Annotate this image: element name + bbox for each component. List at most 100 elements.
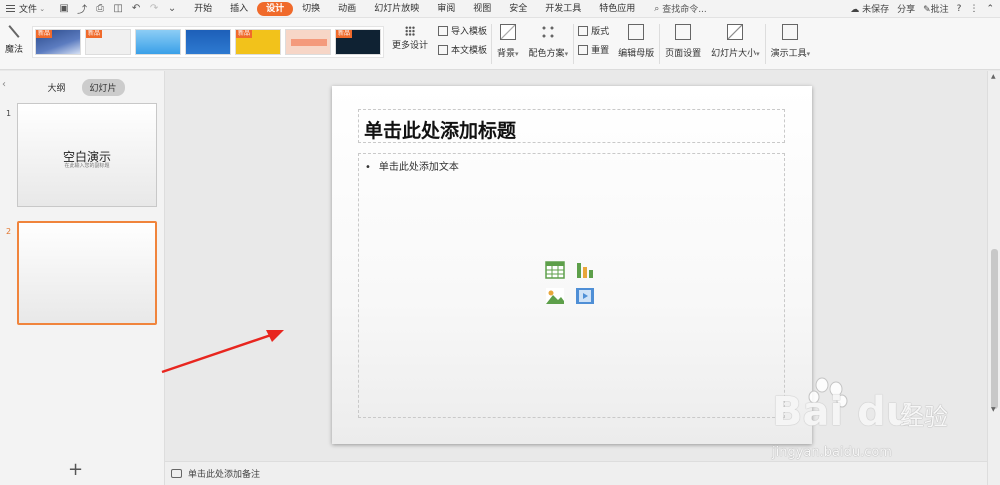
layout-label: 版式 [591, 27, 610, 37]
ribbon-tabs: 开始 插入 设计 切换 动画 幻灯片放映 审阅 视图 安全 开发工具 特色应用 [185, 1, 644, 16]
share-button[interactable]: 分享 [897, 2, 915, 15]
template-thumb-2[interactable]: 新品 [85, 29, 131, 55]
unsaved-status[interactable]: ☁ 未保存 [850, 2, 889, 15]
collapse-panel-icon[interactable]: ‹ [2, 79, 6, 90]
scroll-up-icon[interactable]: ▲ [991, 73, 996, 80]
tab-slides[interactable]: 幻灯片 [81, 79, 125, 96]
customize-icon[interactable]: ⌄ [163, 0, 181, 18]
tab-security[interactable]: 安全 [500, 2, 536, 16]
collapse-ribbon-icon[interactable]: ⌃ [986, 4, 994, 14]
content-placeholder[interactable]: 单击此处添加文本 [358, 153, 785, 418]
edit-master-icon [628, 24, 645, 40]
slide-thumbnail-2[interactable] [17, 221, 157, 325]
notes-icon [171, 469, 182, 478]
tab-insert[interactable]: 插入 [221, 2, 257, 16]
search-icon: ⌕ [654, 3, 663, 14]
import-template-label: 导入模板 [451, 27, 488, 37]
reset-button[interactable]: 重置 [578, 43, 609, 56]
menu-right: ☁ 未保存 分享 ✎批注 ? ⋮ ⌃ [850, 2, 1000, 16]
slide-size-button[interactable]: 幻灯片大小▾ [706, 18, 765, 59]
template-thumb-4[interactable] [185, 29, 231, 55]
export-icon[interactable]: ⤴ [73, 0, 91, 18]
presenter-tools-button[interactable]: 演示工具▾ [766, 18, 816, 59]
presenter-tools-icon [782, 24, 799, 40]
magic-label: 魔法 [4, 45, 23, 55]
chevron-down-icon: ▾ [564, 50, 569, 58]
tab-home[interactable]: 开始 [185, 2, 221, 16]
tab-animations[interactable]: 动画 [329, 2, 365, 16]
file-menu[interactable]: 文件 ⌄ [0, 0, 51, 18]
slide-number: 2 [6, 227, 12, 236]
print-preview-icon[interactable]: ◫ [109, 0, 127, 18]
slide-thumbnail-1[interactable]: 空白演示 在此输入您的副标题 [17, 103, 157, 207]
background-button[interactable]: 背景▾ [492, 18, 524, 59]
comment-button[interactable]: ✎批注 [923, 2, 949, 15]
color-scheme-icon [540, 24, 557, 40]
tab-design[interactable]: 设计 [257, 1, 294, 16]
new-badge: 新品 [36, 30, 53, 38]
more-design-label: 更多设计 [391, 40, 428, 51]
tab-slideshow[interactable]: 幻灯片放映 [365, 2, 428, 16]
scrollbar-thumb[interactable] [991, 249, 998, 409]
template-gallery: 新品 新品 新品 新品 [32, 26, 384, 58]
tab-developer[interactable]: 开发工具 [536, 2, 590, 16]
page-setup-label: 页面设置 [665, 49, 702, 59]
command-search-label: 查找命令... [662, 5, 707, 15]
layout-icon [578, 25, 589, 36]
page-setup-button[interactable]: 页面设置 [660, 18, 706, 59]
template-thumb-6[interactable] [285, 29, 331, 55]
vertical-scrollbar[interactable]: ▲ ▼ [987, 71, 1000, 485]
magic-wand-icon [7, 24, 21, 38]
template-thumb-7[interactable]: 新品 [335, 29, 381, 55]
design-ribbon: 魔法 新品 新品 新品 新品 更多设计 导入模板 本文模板 背景▾ 配色方案▾ … [0, 18, 1000, 70]
more-icon[interactable]: ⋮ [969, 4, 978, 14]
quick-access-toolbar: ▣ ⤴ ⎙ ◫ ↶ ↷ ⌄ [55, 0, 181, 18]
tab-special[interactable]: 特色应用 [590, 2, 644, 16]
panel-tabs: ‹ 大纲 幻灯片 [0, 79, 164, 96]
baidu-logo-text: Bai du [772, 389, 915, 435]
insert-picture-icon[interactable] [545, 287, 565, 305]
tab-outline[interactable]: 大纲 [39, 79, 73, 96]
background-label: 背景 [497, 49, 516, 59]
annotation-arrow-icon [161, 330, 284, 374]
new-badge: 新品 [86, 30, 103, 38]
grid-icon [405, 25, 415, 36]
slide-number: 1 [6, 109, 12, 118]
undo-icon[interactable]: ↶ [127, 0, 145, 18]
hamburger-icon [6, 5, 15, 12]
text-template-button[interactable]: 本文模板 [438, 43, 487, 56]
current-slide[interactable]: 单击此处添加标题 单击此处添加文本 [332, 86, 812, 444]
insert-video-icon[interactable] [575, 287, 595, 305]
template-thumb-5[interactable]: 新品 [235, 29, 281, 55]
more-design-button[interactable]: 更多设计 [386, 18, 434, 58]
layout-group: 版式 重置 [574, 24, 613, 56]
text-template-label: 本文模板 [451, 46, 488, 56]
insert-table-icon[interactable] [545, 261, 565, 279]
layout-button[interactable]: 版式 [578, 24, 609, 37]
insert-content-icons [545, 261, 601, 307]
edit-master-button[interactable]: 编辑母版 [613, 18, 659, 59]
tab-review[interactable]: 审阅 [428, 2, 464, 16]
command-search[interactable]: ⌕ 查找命令... [654, 2, 707, 16]
color-scheme-button[interactable]: 配色方案▾ [524, 18, 574, 59]
comment-icon: ✎ [923, 5, 931, 15]
magic-button[interactable]: 魔法 [0, 18, 28, 70]
comment-label: 批注 [930, 5, 949, 15]
baidu-url-text: jingyan.baidu.com [772, 445, 892, 460]
tab-view[interactable]: 视图 [464, 2, 500, 16]
menu-bar: 文件 ⌄ ▣ ⤴ ⎙ ◫ ↶ ↷ ⌄ 开始 插入 设计 切换 动画 幻灯片放映 … [0, 0, 1000, 18]
title-placeholder[interactable]: 单击此处添加标题 [358, 109, 785, 143]
scroll-down-icon[interactable]: ▼ [991, 406, 996, 413]
text-template-icon [438, 44, 448, 55]
new-badge: 新品 [336, 30, 353, 38]
insert-chart-icon[interactable] [575, 261, 595, 279]
help-button[interactable]: ? [957, 4, 962, 14]
import-template-button[interactable]: 导入模板 [438, 24, 487, 37]
template-thumb-3[interactable] [135, 29, 181, 55]
tab-transitions[interactable]: 切换 [293, 2, 329, 16]
add-slide-button[interactable]: + [68, 459, 83, 480]
save-icon[interactable]: ▣ [55, 0, 73, 18]
template-thumb-1[interactable]: 新品 [35, 29, 81, 55]
redo-icon[interactable]: ↷ [145, 0, 163, 18]
print-icon[interactable]: ⎙ [91, 0, 109, 18]
